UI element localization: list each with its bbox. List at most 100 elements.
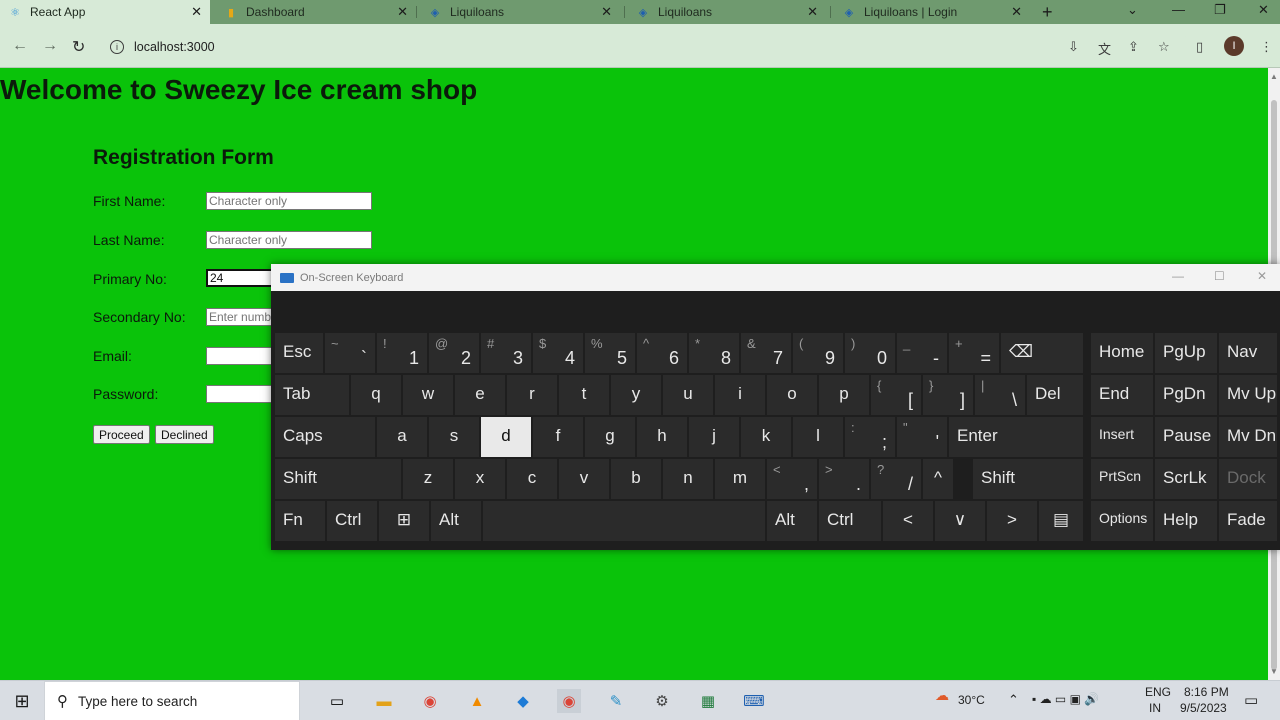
vlc-icon[interactable]: ▲	[465, 689, 489, 713]
key-w[interactable]: w	[403, 375, 453, 415]
key-caps[interactable]: Caps	[275, 417, 375, 457]
proceed-button[interactable]: Proceed	[93, 425, 150, 444]
first-name-input[interactable]	[206, 192, 372, 210]
key-sym-10[interactable]: ) 0	[845, 333, 895, 373]
share-icon[interactable]: ⇪	[1128, 39, 1139, 55]
tab-liquiloans-login[interactable]: ◈ Liquiloans | Login ✕	[834, 0, 1030, 24]
forward-arrow-icon[interactable]: →	[42, 37, 58, 55]
key-pause[interactable]: Pause	[1155, 417, 1217, 457]
key-r[interactable]: r	[507, 375, 557, 415]
osk-maximize-icon[interactable]: ☐	[1214, 269, 1225, 283]
key-q[interactable]: q	[351, 375, 401, 415]
key-prtscn[interactable]: PrtScn	[1091, 459, 1153, 499]
osk-minimize-icon[interactable]: —	[1172, 269, 1184, 283]
last-name-input[interactable]	[206, 231, 372, 249]
key-alt-right[interactable]: Alt	[767, 501, 817, 541]
osk-title-bar[interactable]: On-Screen Keyboard — ☐ ✕	[271, 264, 1280, 291]
key-insert[interactable]: Insert	[1091, 417, 1153, 457]
key-shift-left[interactable]: Shift	[275, 459, 401, 499]
minimize-icon[interactable]: —	[1172, 2, 1185, 17]
key-enter[interactable]: Enter	[949, 417, 1083, 457]
back-arrow-icon[interactable]: ←	[12, 37, 28, 55]
settings-app-icon[interactable]: ⚙	[650, 689, 674, 713]
key-down-arrow[interactable]: ∨	[935, 501, 985, 541]
key-b[interactable]: b	[611, 459, 661, 499]
tab-dashboard[interactable]: ▮ Dashboard ✕	[216, 0, 416, 24]
key-pgup[interactable]: PgUp	[1155, 333, 1217, 373]
chrome-active-icon[interactable]: ◉	[557, 689, 581, 713]
key-left-arrow[interactable]: <	[883, 501, 933, 541]
key-space[interactable]	[483, 501, 765, 541]
key-shift-right[interactable]: Shift	[973, 459, 1083, 499]
key-alt-left[interactable]: Alt	[431, 501, 481, 541]
key-sym-11[interactable]: _ -	[897, 333, 947, 373]
key-punct-0[interactable]: :;	[845, 417, 895, 457]
close-tab-icon[interactable]: ✕	[807, 4, 818, 20]
key-e[interactable]: e	[455, 375, 505, 415]
key-d[interactable]: d	[481, 417, 531, 457]
key-8[interactable]: * 8	[689, 333, 739, 373]
tab-react-app[interactable]: ⚛ React App ✕	[0, 0, 210, 24]
install-app-icon[interactable]: ⇩	[1068, 39, 1079, 55]
side-panel-icon[interactable]: ▯	[1196, 39, 1203, 55]
excel-icon[interactable]: ▦	[696, 689, 720, 713]
key-esc[interactable]: Esc	[275, 333, 323, 373]
new-tab-icon[interactable]: +	[1042, 2, 1053, 23]
close-tab-icon[interactable]: ✕	[397, 4, 408, 20]
declined-button[interactable]: Declined	[155, 425, 214, 444]
key-tab[interactable]: Tab	[275, 375, 349, 415]
key-help[interactable]: Help	[1155, 501, 1217, 541]
file-explorer-icon[interactable]: ▬	[372, 689, 396, 713]
key-z[interactable]: z	[403, 459, 453, 499]
reload-icon[interactable]: ↻	[72, 37, 85, 57]
close-window-icon[interactable]: ✕	[1258, 2, 1269, 18]
key-i[interactable]: i	[715, 375, 765, 415]
key-m[interactable]: m	[715, 459, 765, 499]
close-tab-icon[interactable]: ✕	[601, 4, 612, 20]
clock-time[interactable]: 8:16 PM	[1184, 685, 1229, 699]
key-home[interactable]: Home	[1091, 333, 1153, 373]
key-bracket-0[interactable]: {[	[871, 375, 921, 415]
tab-search-chevron-icon[interactable]: ⌄	[1127, 2, 1138, 18]
tray-chevron-icon[interactable]: ⌃	[1008, 692, 1019, 708]
key-fade[interactable]: Fade	[1219, 501, 1277, 541]
key-punct-1[interactable]: " '	[897, 417, 947, 457]
chrome-icon[interactable]: ◉	[418, 689, 442, 713]
key-bracket-1[interactable]: }]	[923, 375, 973, 415]
tray-app-icons[interactable]: ▪ ☁ ▭ ▣ 🔊	[1032, 692, 1099, 706]
scroll-up-icon[interactable]: ▲	[1270, 72, 1278, 81]
menu-kebab-icon[interactable]: ⋮	[1260, 39, 1273, 55]
key-x[interactable]: x	[455, 459, 505, 499]
vscode-icon[interactable]: ◆	[511, 689, 535, 713]
key-y[interactable]: y	[611, 375, 661, 415]
key-j[interactable]: j	[689, 417, 739, 457]
key-fn[interactable]: Fn	[275, 501, 325, 541]
key-7[interactable]: ^ 6	[637, 333, 687, 373]
notification-icon[interactable]: ▭	[1244, 691, 1258, 709]
key-options[interactable]: Options	[1091, 501, 1153, 541]
osk-app-icon[interactable]: ⌨	[742, 689, 766, 713]
address-bar[interactable]: i localhost:3000	[104, 32, 1190, 62]
key-l[interactable]: l	[793, 417, 843, 457]
key-menu-icon[interactable]: ▤	[1039, 501, 1083, 541]
key-mv-dn[interactable]: Mv Dn	[1219, 417, 1277, 457]
key-nav[interactable]: Nav	[1219, 333, 1277, 373]
key-punct2-0[interactable]: <,	[767, 459, 817, 499]
key-equals[interactable]: + =	[949, 333, 999, 373]
key-s[interactable]: s	[429, 417, 479, 457]
key-4[interactable]: #3	[481, 333, 531, 373]
pen-app-icon[interactable]: ✎	[604, 689, 628, 713]
key-bracket-2[interactable]: | \	[975, 375, 1025, 415]
restore-icon[interactable]: ❐	[1214, 2, 1226, 18]
key-scrlk[interactable]: ScrLk	[1155, 459, 1217, 499]
close-tab-icon[interactable]: ✕	[191, 4, 202, 20]
key-sym-8[interactable]: & 7	[741, 333, 791, 373]
key-del[interactable]: Del	[1027, 375, 1083, 415]
task-view-icon[interactable]: ▭	[325, 689, 349, 713]
key-o[interactable]: o	[767, 375, 817, 415]
weather-temp[interactable]: 30°C	[958, 693, 985, 707]
windows-start-icon[interactable]: ⊞	[10, 689, 34, 713]
key-a[interactable]: a	[377, 417, 427, 457]
key-ctrl-right[interactable]: Ctrl	[819, 501, 881, 541]
language-indicator[interactable]: ENG	[1145, 685, 1171, 699]
